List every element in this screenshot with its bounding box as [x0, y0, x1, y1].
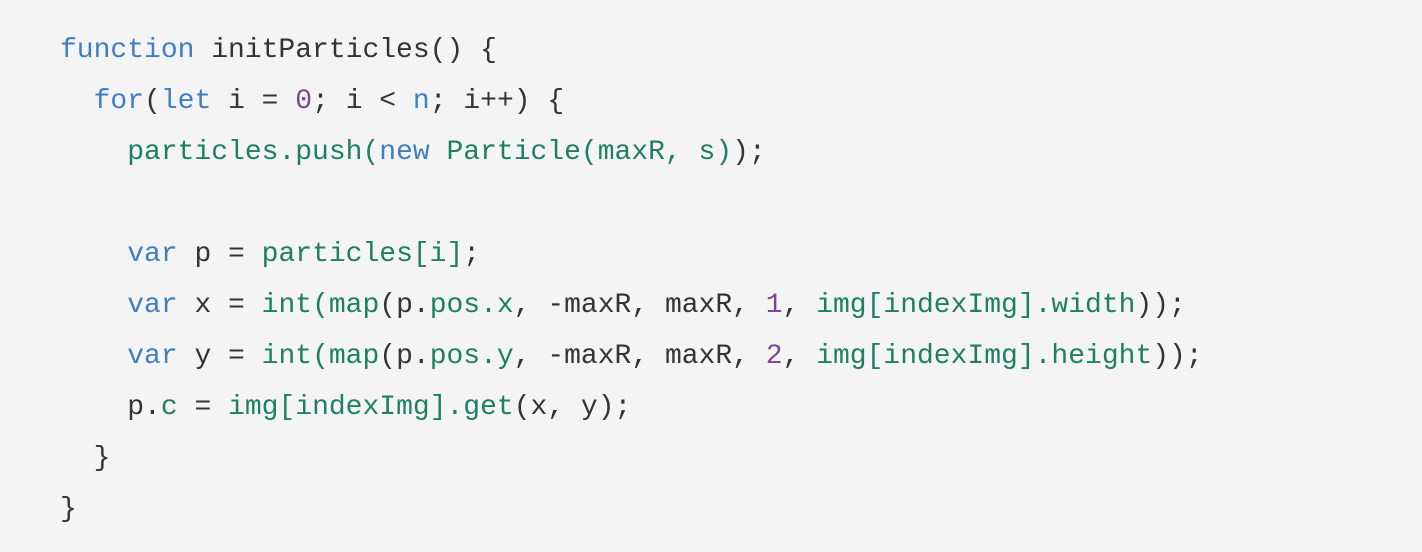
- code-token: 0: [295, 86, 313, 117]
- code-token: ; i <: [312, 86, 413, 117]
- code-token: );: [732, 137, 766, 168]
- code-token: p.: [60, 392, 161, 423]
- code-token: ,: [782, 290, 817, 321]
- code-token: pos.y: [429, 341, 514, 372]
- code-token: ;: [463, 239, 481, 270]
- code-token: particles[i]: [261, 239, 464, 270]
- code-token: (x, y);: [513, 392, 632, 423]
- code-token: }: [60, 443, 111, 474]
- code-token: var: [127, 290, 178, 321]
- code-token: i =: [211, 86, 296, 117]
- code-line: var x = int(map(p.pos.x, -maxR, maxR, 1,…: [60, 280, 1203, 331]
- code-token: var: [127, 239, 178, 270]
- code-line: }: [60, 484, 1203, 535]
- code-line: p.c = img[indexImg].get(x, y);: [60, 382, 1203, 433]
- code-token: c: [160, 392, 178, 423]
- code-token: initParticles() {: [194, 35, 497, 66]
- code-token: var: [127, 341, 178, 372]
- code-token: img[indexImg].get: [228, 392, 514, 423]
- code-line: particles.push(new Particle(maxR, s));: [60, 127, 1203, 178]
- code-token: 1: [765, 290, 783, 321]
- code-token: =: [177, 392, 229, 423]
- code-token: function: [60, 35, 195, 66]
- code-token: new: [379, 137, 430, 168]
- code-token: (p.: [379, 290, 430, 321]
- code-token: Particle(maxR, s): [429, 137, 733, 168]
- code-token: ));: [1135, 290, 1186, 321]
- code-token: ; i++) {: [429, 86, 565, 117]
- code-token: let: [160, 86, 212, 117]
- code-token: }: [60, 494, 77, 525]
- code-line: for(let i = 0; i < n; i++) {: [60, 76, 1203, 127]
- code-token: 2: [765, 341, 783, 372]
- code-token: ,: [782, 341, 817, 372]
- code-line: var y = int(map(p.pos.y, -maxR, maxR, 2,…: [60, 331, 1203, 382]
- code-token: p =: [177, 239, 262, 270]
- code-line: var p = particles[i];: [60, 229, 1203, 280]
- code-line: function initParticles() {: [60, 25, 1203, 76]
- code-token: img[indexImg].height: [816, 341, 1153, 372]
- code-block: function initParticles() { for(let i = 0…: [60, 25, 1203, 535]
- code-token: pos.x: [429, 290, 514, 321]
- code-line: }: [60, 433, 1203, 484]
- code-token: int(map: [261, 341, 380, 372]
- code-token: , -maxR, maxR,: [513, 290, 766, 321]
- code-token: x =: [177, 290, 262, 321]
- code-token: , -maxR, maxR,: [513, 341, 766, 372]
- code-token: int(map: [261, 290, 380, 321]
- code-token: particles.push(: [127, 137, 380, 168]
- code-token: (p.: [379, 341, 430, 372]
- code-token: (: [144, 86, 161, 117]
- code-token: for: [93, 86, 145, 117]
- code-token: y =: [177, 341, 262, 372]
- code-token: ));: [1152, 341, 1203, 372]
- code-token: img[indexImg].width: [816, 290, 1136, 321]
- code-token: n: [412, 86, 430, 117]
